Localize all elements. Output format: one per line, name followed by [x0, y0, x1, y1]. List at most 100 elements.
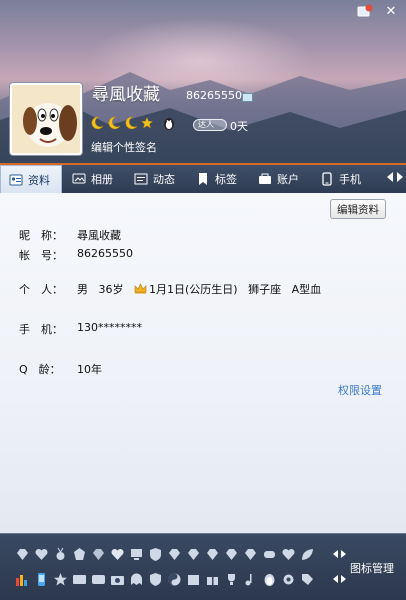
- profile-header: ✕ 尋風收藏 86265550 达人 0天 编辑个性签名: [0, 0, 406, 165]
- edit-profile-button[interactable]: 编辑资料: [330, 199, 386, 219]
- age: 36岁: [98, 283, 124, 296]
- icon-row-top-arrows: [333, 550, 346, 558]
- tab-tags-label: 标签: [215, 173, 237, 186]
- yin-yang-icon[interactable]: [166, 571, 182, 587]
- tab-feed[interactable]: 动态: [126, 165, 188, 193]
- birthday: 1月1日(公历生日): [149, 283, 238, 296]
- chevron-left-icon[interactable]: [333, 575, 338, 583]
- tab-account[interactable]: 账户: [250, 165, 312, 193]
- wallet-icon: [259, 173, 271, 184]
- chevron-right-icon[interactable]: [397, 172, 403, 182]
- diamond-icon[interactable]: [242, 546, 258, 562]
- diamond-icon[interactable]: [14, 546, 30, 562]
- tab-account-label: 账户: [277, 173, 299, 186]
- trophy-icon[interactable]: [223, 571, 239, 587]
- id-card-icon[interactable]: [242, 93, 253, 102]
- shield-icon[interactable]: [147, 546, 163, 562]
- chevron-right-icon[interactable]: [341, 575, 346, 583]
- bookmark-icon: [199, 173, 207, 185]
- close-button[interactable]: ✕: [382, 3, 400, 19]
- icon-row-bottom-arrows: [333, 575, 346, 583]
- tab-bar: 资料 相册 动态 标签 账户 手机: [0, 163, 406, 194]
- signature-field[interactable]: 编辑个性签名: [91, 139, 157, 155]
- vip-badge[interactable]: 达人: [193, 119, 227, 131]
- tab-profile[interactable]: 资料: [0, 165, 62, 194]
- computer-icon[interactable]: [128, 546, 144, 562]
- tab-feed-label: 动态: [153, 173, 175, 186]
- heart-icon[interactable]: [33, 546, 49, 562]
- avatar-frame[interactable]: [9, 82, 83, 156]
- phone-icon: [322, 172, 332, 186]
- feed-icon: [134, 173, 148, 185]
- personal-label: 个 人：: [19, 283, 63, 296]
- tag-icon[interactable]: [299, 571, 315, 587]
- skin-button[interactable]: [356, 3, 374, 19]
- music-icon[interactable]: [242, 571, 258, 587]
- tab-album-label: 相册: [91, 173, 113, 186]
- zodiac: 狮子座: [248, 283, 282, 296]
- leaf-icon[interactable]: [299, 546, 315, 562]
- nickname-label: 昵 称：: [19, 229, 63, 242]
- moon-icon: [108, 116, 121, 130]
- chevron-right-icon[interactable]: [341, 550, 346, 558]
- ghost-icon[interactable]: [128, 571, 144, 587]
- q-age-label: Q 龄：: [19, 363, 61, 376]
- moon-icon: [125, 116, 138, 130]
- tab-phone-label: 手机: [339, 173, 361, 186]
- diamond-icon[interactable]: [223, 546, 239, 562]
- profile-card-icon: [9, 174, 23, 186]
- tab-tags[interactable]: 标签: [188, 165, 250, 193]
- heart-icon[interactable]: [280, 546, 296, 562]
- penguin-icon[interactable]: [261, 571, 277, 587]
- tab-album[interactable]: 相册: [64, 165, 126, 193]
- tab-phone[interactable]: 手机: [312, 165, 374, 193]
- avatar: [12, 85, 80, 153]
- colorful-bars-icon[interactable]: [14, 571, 30, 587]
- star-icon: [141, 117, 153, 129]
- window-controls: ✕: [356, 3, 400, 19]
- diamond-icon[interactable]: [166, 546, 182, 562]
- gender: 男: [77, 283, 88, 296]
- tv-icon[interactable]: [71, 571, 87, 587]
- game-icon[interactable]: [261, 546, 277, 562]
- camera-icon[interactable]: [109, 571, 125, 587]
- gift-icon[interactable]: [204, 571, 220, 587]
- badge-icon[interactable]: [71, 546, 87, 562]
- shield-v-icon[interactable]: [147, 571, 163, 587]
- icon-management-button[interactable]: 图标管理: [350, 560, 394, 576]
- gem-icon[interactable]: [90, 546, 106, 562]
- penguin-icon[interactable]: [163, 117, 175, 130]
- diamond-icon[interactable]: [185, 546, 201, 562]
- account-label: 帐 号：: [19, 249, 63, 262]
- permission-settings-link[interactable]: 权限设置: [338, 382, 382, 398]
- chevron-left-icon[interactable]: [387, 172, 393, 182]
- crown-icon: [134, 283, 147, 294]
- medal-icon[interactable]: [52, 546, 68, 562]
- star-icon[interactable]: [52, 571, 68, 587]
- icon-row-top: [14, 546, 315, 562]
- moon-icon: [91, 116, 104, 130]
- qq-number: 86265550: [186, 89, 242, 102]
- level-indicator[interactable]: [90, 116, 153, 130]
- photo-album-icon: [72, 173, 86, 184]
- settings-icon[interactable]: [280, 571, 296, 587]
- blood-type: A型血: [291, 283, 322, 296]
- icon-bar: 图标管理: [0, 533, 406, 600]
- vip-days: 0天: [230, 120, 248, 133]
- icon-row-bottom: [14, 571, 315, 587]
- heart-gem-icon[interactable]: [109, 546, 125, 562]
- account-value: 86265550: [77, 247, 133, 260]
- q-age-value: 10年: [77, 363, 102, 376]
- chevron-left-icon[interactable]: [333, 550, 338, 558]
- skin-icon: [357, 4, 373, 17]
- mobile-icon[interactable]: [33, 571, 49, 587]
- diamond-icon[interactable]: [204, 546, 220, 562]
- nickname: 尋風收藏: [92, 85, 160, 105]
- app-icon[interactable]: [90, 571, 106, 587]
- personal-info: 男 36岁 1月1日(公历生日) 狮子座 A型血: [77, 281, 321, 297]
- box-icon[interactable]: [185, 571, 201, 587]
- profile-content: 编辑资料 昵 称： 尋風收藏 帐 号： 86265550 个 人： 男 36岁 …: [0, 193, 406, 533]
- tab-profile-label: 资料: [28, 174, 50, 187]
- tab-scroll-arrows: [387, 172, 403, 182]
- nickname-value: 尋風收藏: [77, 229, 121, 242]
